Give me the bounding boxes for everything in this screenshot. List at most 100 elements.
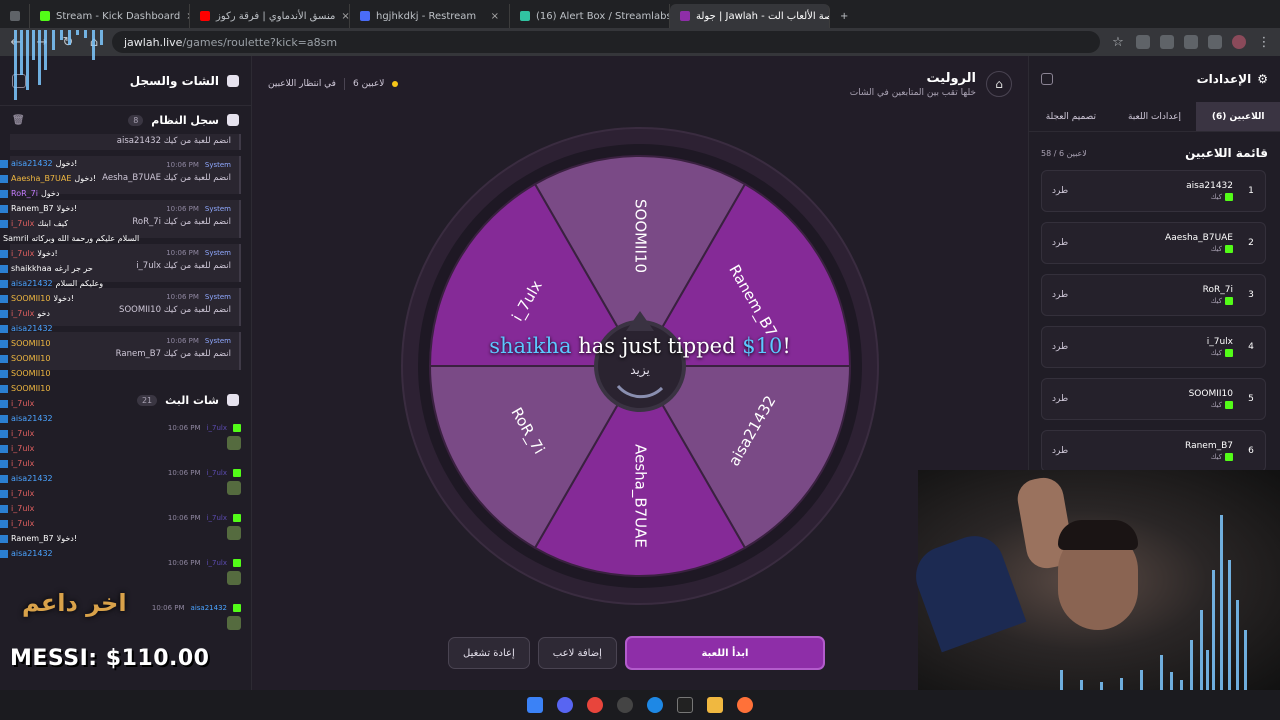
emote-icon (227, 480, 241, 495)
new-tab-button[interactable]: + (830, 4, 856, 28)
overlay-username: aisa21432 (11, 159, 53, 168)
kebab-menu-icon[interactable]: ⋮ (1256, 35, 1272, 50)
kick-player-button[interactable]: طرد (1052, 290, 1068, 300)
overlay-chat-line: SOOMII10 دخولا! (0, 291, 110, 306)
sender: System (204, 293, 231, 301)
overlay-chat-line: SOOMII10 (0, 351, 110, 366)
chat-username: i_7ulx (206, 513, 227, 522)
tab-search-icon[interactable] (10, 11, 20, 21)
visualizer-bar (68, 30, 71, 45)
overlay-chat-line: SOOMII10 (0, 336, 110, 351)
message-text: aisa21432 انضم للعبة من كيك (116, 136, 231, 146)
terminal-icon[interactable] (677, 697, 693, 713)
badge-icon (0, 549, 8, 558)
close-icon[interactable]: × (491, 11, 499, 22)
overlay-username: RoR_7i (11, 189, 38, 198)
tab-players[interactable]: اللاعبين (6) (1196, 102, 1280, 131)
browser-tab-active[interactable]: جولة | Jawlah - منصة الألعاب الت..× (670, 4, 830, 28)
visualizer-bar (1140, 670, 1143, 690)
trash-icon[interactable]: 🗑 (12, 115, 25, 126)
player-row: طرد aisa21432 كيك 1 (1041, 170, 1266, 212)
player-source: كيك (1185, 453, 1233, 461)
badge-icon (0, 384, 8, 393)
overlay-chat-line: RoR_7i دخول (0, 186, 110, 201)
discord-icon[interactable] (557, 697, 573, 713)
chat-username: i_7ulx (206, 558, 227, 567)
kick-player-button[interactable]: طرد (1052, 394, 1068, 404)
overlay-username: i_7ulx (11, 519, 35, 528)
browser-tab-strip: Stream - Kick Dashboard× منسق الأندماوي … (0, 0, 1280, 28)
player-status: في انتظار اللاعبين 6 لاعبين (268, 78, 399, 90)
close-icon[interactable]: × (341, 11, 349, 22)
browser-tab[interactable]: منسق الأندماوي | فرقة ركوز × (190, 4, 350, 28)
overlay-message: دخولا! (37, 249, 58, 258)
start-game-button[interactable]: ابدأ اللعبة (624, 636, 825, 670)
player-row: طرد Ranem_B7 كيك 6 (1041, 430, 1266, 472)
badge-icon (0, 339, 8, 348)
add-player-button[interactable]: إضافة لاعب (537, 637, 617, 669)
player-name: i_7ulx (1206, 337, 1233, 347)
extension-icon[interactable] (1160, 35, 1174, 49)
visualizer-bar (44, 30, 47, 70)
timestamp: 10:06 PM (166, 161, 199, 169)
puzzle-icon[interactable] (1184, 35, 1198, 49)
avatar[interactable] (1232, 35, 1246, 49)
browser-tab[interactable]: Stream - Kick Dashboard× (30, 4, 190, 28)
folder-icon[interactable] (707, 697, 723, 713)
overlay-message: حر جر ارغه (54, 264, 93, 273)
webcam-subject (1058, 520, 1138, 550)
kick-player-button[interactable]: طرد (1052, 186, 1068, 196)
player-name: Ranem_B7 (1185, 441, 1233, 451)
bookmark-star-icon[interactable]: ☆ (1110, 35, 1126, 50)
chrome-icon[interactable] (587, 697, 603, 713)
tab-wheel-design[interactable]: تصميم العجلة (1029, 102, 1113, 131)
restart-button[interactable]: إعادة تشغيل (448, 637, 530, 669)
browser-tab[interactable] (0, 4, 30, 28)
player-source: كيك (1203, 297, 1233, 305)
player-index: 5 (1248, 394, 1254, 404)
kick-icon (1225, 453, 1233, 461)
badge-icon (0, 294, 8, 303)
overlay-message: دخولا! (56, 534, 78, 543)
wheel-segment-label: Aesha_B7UAE (631, 444, 650, 548)
browser-tab[interactable]: (16) Alert Box / Streamlabs× (510, 4, 670, 28)
collapse-panel-icon[interactable] (1041, 73, 1053, 85)
browser-tab[interactable]: hgjhkdkj - Restream × (350, 4, 510, 28)
kick-player-button[interactable]: طرد (1052, 238, 1068, 248)
address-bar-row: ← → ↻ ⌂ jawlah.live/games/roulette?kick=… (0, 28, 1280, 56)
settings-title: الإعدادات (1196, 72, 1252, 86)
badge-icon (0, 444, 8, 453)
roulette-wheel[interactable]: SOOMII10 Ranem_B7 aisa21432 Aesha_B7UAE RoR_… (400, 126, 880, 606)
visualizer-bar (1220, 515, 1223, 690)
player-name: aisa21432 (1186, 181, 1233, 191)
taskbar (0, 690, 1280, 720)
overlay-username: SOOMII10 (11, 339, 51, 348)
top-donation-label: MESSI: $110.00 (10, 646, 210, 671)
overlay-username: i_7ulx (11, 249, 35, 258)
start-icon[interactable] (527, 697, 543, 713)
settings-tabs: تصميم العجلة إعدادات اللعبة اللاعبين (6) (1029, 102, 1280, 132)
waiting-status: في انتظار اللاعبين (268, 79, 336, 89)
extension-icon[interactable] (1136, 35, 1150, 49)
home-button[interactable]: ⌂ (986, 71, 1012, 97)
kick-icon (233, 513, 241, 522)
player-row: طرد SOOMII10 كيك 5 (1041, 378, 1266, 420)
source-label: كيك (1210, 401, 1222, 409)
page-title: الروليت (926, 70, 976, 86)
menu-icon[interactable] (1208, 35, 1222, 49)
overlay-username: i_7ulx (11, 504, 35, 513)
overlay-chat-line: aisa21432 (0, 546, 110, 561)
system-log-header[interactable]: 🗑 8 سجل النظام (0, 106, 251, 134)
overlay-chat-line: i_7ulx (0, 486, 110, 501)
firefox-icon[interactable] (737, 697, 753, 713)
kick-icon (1225, 401, 1233, 409)
overlay-username: i_7ulx (11, 429, 35, 438)
obs-icon[interactable] (617, 697, 633, 713)
tab-game-settings[interactable]: إعدادات اللعبة (1113, 102, 1197, 131)
edge-icon[interactable] (647, 697, 663, 713)
kick-player-button[interactable]: طرد (1052, 446, 1068, 456)
overlay-message: دخول! (55, 159, 78, 168)
forward-icon[interactable]: → (34, 35, 50, 50)
kick-player-button[interactable]: طرد (1052, 342, 1068, 352)
url-input[interactable]: jawlah.live/games/roulette?kick=a8sm (112, 31, 1100, 53)
